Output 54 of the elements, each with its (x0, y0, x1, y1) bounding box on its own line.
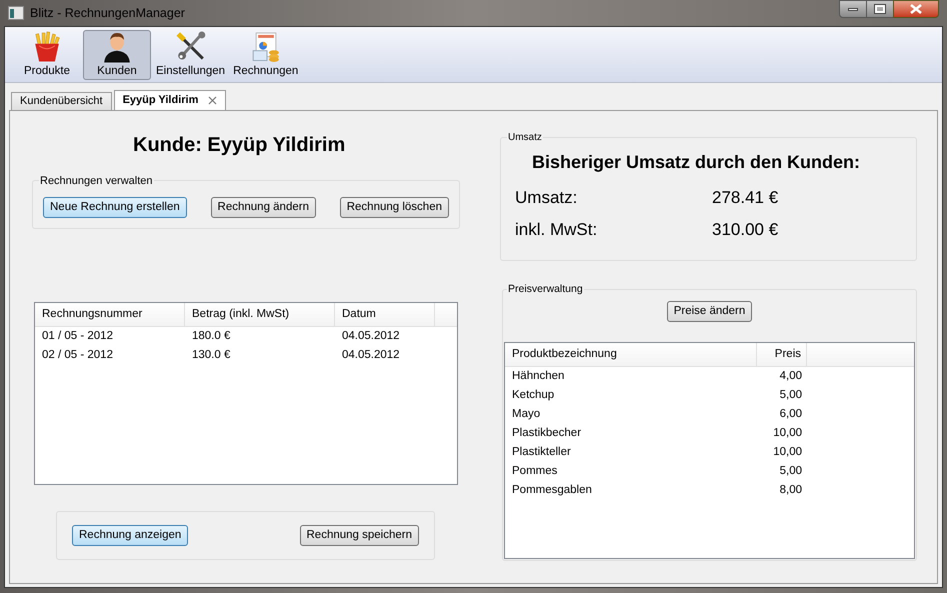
table-cell-text: 02 / 05 - 2012 (41, 348, 114, 363)
table-cell-text: 5,00 (778, 388, 803, 403)
table-cell-text: 6,00 (778, 406, 803, 422)
table-cell-text: Ketchup (511, 388, 556, 403)
tab[interactable]: Kundenübersicht (11, 92, 112, 110)
revenue-value: 310.00 € (712, 219, 778, 242)
minimize-button[interactable] (839, 0, 867, 18)
table-cell-text: Plastikteller (511, 444, 572, 460)
push-button[interactable]: Rechnung ändern (210, 197, 316, 218)
toolbar-button[interactable]: Rechnungen (230, 30, 302, 80)
close-button[interactable] (893, 0, 939, 18)
revenue-label: inkl. MwSt: (515, 219, 598, 242)
table-cell-text: 04.05.2012 (341, 348, 401, 363)
table-cell-text: Pommesgablen (511, 482, 593, 498)
toolbar-button[interactable]: Einstellungen (153, 30, 228, 80)
revenue-heading: Bisheriger Umsatz durch den Kunden: (532, 151, 862, 174)
push-button[interactable]: Neue Rechnung erstellen (43, 197, 187, 218)
documents-coins-icon (250, 31, 282, 62)
revenue-value: 278.41 € (712, 187, 778, 210)
table-cell-text: 180.0 € (191, 328, 232, 344)
close-icon (910, 4, 922, 14)
table-cell-text: 04.05.2012 (341, 328, 401, 344)
toolbar-button[interactable]: Produkte (13, 30, 81, 80)
column-header[interactable]: Rechnungsnummer (35, 303, 185, 326)
table-cell-text: Plastikbecher (511, 426, 582, 441)
tab[interactable]: Eyyüp Yildirim (114, 90, 226, 110)
push-button[interactable]: Rechnung anzeigen (72, 525, 188, 546)
column-header[interactable]: Produktbezeichnung (505, 343, 757, 366)
revenue-label: Umsatz: (515, 187, 578, 210)
person-icon (101, 31, 133, 62)
column-header[interactable]: Preis (757, 343, 807, 366)
window-icon (8, 6, 24, 20)
maximize-button[interactable] (867, 0, 893, 18)
push-button[interactable]: Rechnung löschen (340, 197, 449, 218)
table-cell-text: Pommes (511, 464, 558, 479)
table-cell-text: 10,00 (772, 444, 803, 460)
table-cell-text: 01 / 05 - 2012 (41, 328, 114, 344)
push-button[interactable]: Rechnung speichern (300, 525, 419, 546)
column-header[interactable]: Datum (335, 303, 435, 326)
close-icon[interactable] (208, 96, 218, 105)
table-cell-text: 10,00 (772, 426, 803, 441)
table-cell-text: 4,00 (778, 368, 803, 384)
window-title: Blitz - RechnungenManager (30, 4, 185, 22)
column-header[interactable]: Betrag (inkl. MwSt) (185, 303, 335, 326)
table-cell-text: Hähnchen (511, 368, 566, 384)
group-title: Rechnungen verwalten (39, 173, 154, 190)
customer-heading: Kunde: Eyyüp Yildirim (133, 133, 346, 158)
table-cell-text: 8,00 (778, 482, 803, 498)
table-cell-text: 130.0 € (191, 348, 232, 363)
tools-icon (174, 31, 207, 62)
table-cell-text: Mayo (511, 406, 542, 422)
push-button[interactable]: Preise ändern (666, 301, 752, 322)
toolbar-button[interactable]: Kunden (83, 30, 151, 80)
table-cell-text: 5,00 (778, 464, 803, 479)
